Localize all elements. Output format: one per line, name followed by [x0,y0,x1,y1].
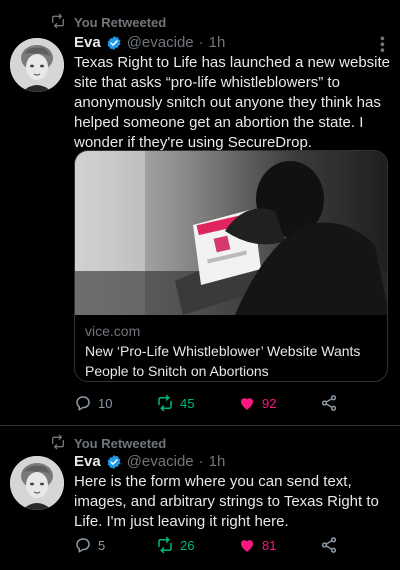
timestamp[interactable]: 1h [209,34,226,51]
reply-icon [74,536,92,554]
retweet-context: You Retweeted [50,13,166,32]
retweet-count: 26 [180,537,195,553]
share-button[interactable] [320,394,338,412]
retweet-label: You Retweeted [74,15,167,30]
retweet-context: You Retweeted [50,434,166,453]
action-bar: 5 26 81 [74,536,354,554]
retweet-icon [156,394,174,412]
like-count: 81 [262,537,277,553]
timestamp[interactable]: 1h [209,453,226,470]
reply-count: 5 [98,537,106,553]
link-card-title: New ‘Pro-Life Whistleblower’ Website Wan… [85,343,361,379]
tweet-header: Eva @evacide · 1h [74,34,225,51]
tweet-header: Eva @evacide · 1h [74,453,225,470]
retweet-icon [156,536,174,554]
link-card-image [75,151,387,315]
link-card-domain: vice.com [85,323,141,339]
action-bar: 10 45 92 [74,394,354,412]
separator-dot: · [198,453,204,470]
retweet-count: 45 [180,395,195,411]
share-button[interactable] [320,536,338,554]
verified-badge-icon [106,454,122,470]
retweet-label: You Retweeted [74,436,167,451]
share-icon [320,536,338,554]
like-button[interactable]: 92 [238,394,320,412]
retweet-icon [50,434,66,453]
avatar[interactable] [10,38,64,92]
tweet-text: Here is the form where you can send text… [74,473,379,530]
more-icon[interactable]: ••• [375,36,391,54]
reply-count: 10 [98,395,113,411]
retweet-button[interactable]: 45 [156,394,238,412]
tweet[interactable]: You Retweeted Eva @evacide · 1h ••• Texa… [0,0,400,426]
author-name[interactable]: Eva [74,453,101,470]
verified-badge-icon [106,35,122,51]
tweet[interactable]: You Retweeted Eva @evacide · 1h Here is … [0,426,400,570]
reply-button[interactable]: 10 [74,394,156,412]
reply-icon [74,394,92,412]
reply-button[interactable]: 5 [74,536,156,554]
retweet-button[interactable]: 26 [156,536,238,554]
share-icon [320,394,338,412]
tweet-text: Texas Right to Life has launched a new w… [74,54,391,151]
author-name[interactable]: Eva [74,34,101,51]
separator-dot: · [198,34,204,51]
like-count: 92 [262,395,277,411]
author-handle[interactable]: @evacide [127,34,194,51]
like-icon [238,394,256,412]
like-button[interactable]: 81 [238,536,320,554]
link-card[interactable]: vice.com New ‘Pro-Life Whistleblower’ We… [74,150,388,382]
like-icon [238,536,256,554]
avatar[interactable] [10,456,64,510]
retweet-icon [50,13,66,32]
author-handle[interactable]: @evacide [127,453,194,470]
